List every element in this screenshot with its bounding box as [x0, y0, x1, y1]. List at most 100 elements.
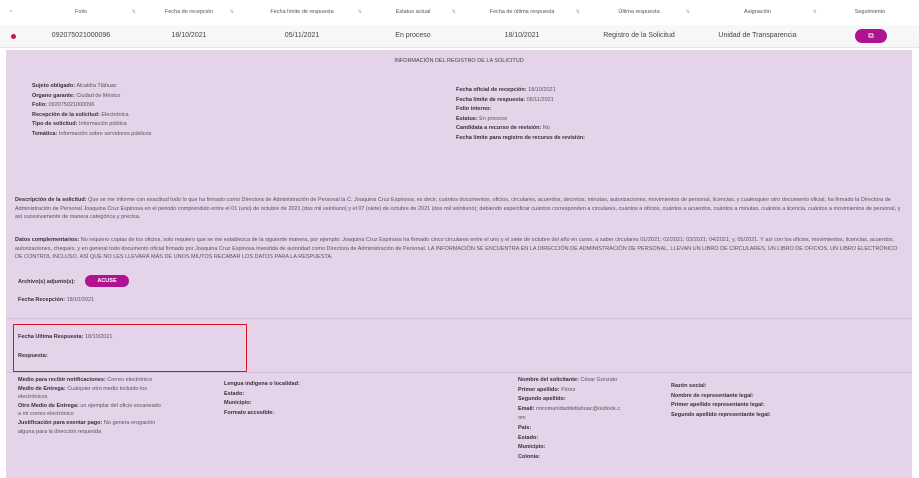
- info-line: Municipio:: [518, 443, 546, 453]
- header-fecha-recepcion[interactable]: Fecha de recepción ⇅: [140, 0, 238, 25]
- info-label: Fecha límite para registro de recurso de…: [456, 135, 585, 141]
- info-label: Primer apellido representante legal:: [671, 402, 765, 409]
- info-label: Segundo apellido:: [518, 396, 566, 403]
- header-folio-label: Folio: [75, 9, 87, 15]
- sort-icon: ⇅: [131, 9, 136, 15]
- header-fecha-ultima[interactable]: Fecha de última respuesta ⇅: [460, 0, 584, 25]
- info-line: Razón social:: [671, 382, 706, 392]
- info-value: César Gonzalo: [578, 377, 618, 383]
- info-line: Municipio:: [224, 399, 252, 409]
- sort-icon: ⇅: [575, 9, 580, 15]
- document-icon: ⧉: [868, 31, 874, 40]
- acuse-button[interactable]: ACUSE: [85, 275, 129, 287]
- info-line: Primer apellido representante legal:: [671, 401, 765, 411]
- header-fecha-ultima-label: Fecha de última respuesta: [489, 9, 555, 15]
- info-label: Estatus:: [456, 115, 478, 122]
- info-label: Fecha oficial de recepción:: [456, 87, 527, 93]
- info-label: Tipo de solicitud:: [32, 121, 78, 128]
- info-line: Fecha límite de respuesta: 05/11/2021: [456, 96, 554, 106]
- cell-asignacion: Unidad de Transparencia: [718, 32, 797, 39]
- info-value: alguna para la dirección requerida: [18, 428, 102, 435]
- info-line: Nombre de representante legal:: [671, 392, 754, 402]
- info-line: Estado:: [518, 434, 538, 444]
- cell-estatus: En proceso: [395, 32, 431, 39]
- info-line: Temática: Información sobre servidores p…: [32, 130, 151, 140]
- info-label: Nombre de representante legal:: [671, 392, 754, 399]
- info-label: Otro Medio de Entrega:: [18, 402, 79, 409]
- seguimiento-button[interactable]: ⧉: [855, 29, 887, 43]
- info-value: En proceso: [477, 115, 508, 122]
- info-label: Municipio:: [518, 444, 546, 451]
- datos-complementarios: Datos complementarios: No requiero copia…: [15, 236, 905, 262]
- header-fecha-limite-label: Fecha límite de respuesta: [270, 9, 334, 15]
- sort-icon: ⇅: [229, 9, 234, 15]
- info-line: Email: micomunidaddetlahuac@outlook.c: [518, 405, 620, 415]
- header-asignacion[interactable]: Asignación ⇅: [694, 0, 821, 25]
- info-value: No: [541, 125, 550, 132]
- info-line: Formato accesible:: [224, 409, 274, 419]
- info-value: Electrónica: [99, 111, 129, 118]
- info-line: Primer apellido: Pérez: [518, 386, 575, 396]
- info-value: micomunidaddetlahuac@outlook.c: [534, 405, 621, 412]
- header-estatus[interactable]: Estatus actual ⇅: [366, 0, 460, 25]
- datos-label: Datos complementarios:: [15, 237, 80, 243]
- info-line: Candidata a recurso de revisión: No: [456, 124, 550, 134]
- sort-icon: ⇅: [685, 9, 690, 15]
- section-divider: [6, 372, 912, 373]
- info-label: Segundo apellido representante legal:: [671, 411, 771, 418]
- descripcion-label: Descripción de la solicitud:: [15, 197, 87, 203]
- info-value: un ejemplar del oficio escaneado: [78, 402, 161, 409]
- header-seguimiento: Seguimiento: [854, 9, 886, 15]
- info-label: Temática:: [32, 131, 58, 137]
- info-line: País:: [518, 424, 531, 434]
- sort-icon: ⇅: [451, 9, 456, 15]
- info-label: Colonia:: [518, 453, 540, 460]
- info-value: Pérez: [559, 386, 576, 393]
- info-line: Segundo apellido:: [518, 395, 566, 405]
- request-details-panel: INFORMACIÓN DEL REGISTRO DE LA SOLICITUD…: [6, 50, 912, 478]
- cell-ultima-respuesta: Registro de la Solicitud: [603, 32, 675, 39]
- descripcion-solicitud: Descripción de la solicitud: Que se me i…: [15, 196, 905, 222]
- header-ultima-respuesta-label: Última respuesta: [618, 9, 660, 15]
- info-label: Sujeto obligado:: [32, 83, 76, 89]
- info-line: Folio interno:: [456, 105, 491, 115]
- info-value: Alcaldía Tláhuac: [75, 83, 117, 89]
- info-value: Información sobre servidores públicos: [57, 131, 152, 137]
- info-label: Justificación para exentar pago:: [18, 420, 103, 426]
- info-label: Folio:: [32, 102, 47, 109]
- cell-folio: 092075021000096: [51, 32, 111, 39]
- info-label: Nombre del solicitante:: [518, 377, 579, 383]
- header-ultima-respuesta[interactable]: Última respuesta ⇅: [584, 0, 694, 25]
- info-value: Información pública: [77, 121, 127, 128]
- datos-text: No requiero copias de los oficios, solo …: [15, 237, 898, 261]
- header-estatus-label: Estatus actual: [395, 9, 431, 15]
- header-fecha-recepcion-label: Fecha de recepción: [164, 9, 214, 15]
- info-label: Email:: [518, 405, 535, 412]
- expand-indicator-icon[interactable]: [11, 34, 16, 39]
- info-line: Folio: 092075021000096: [32, 101, 94, 111]
- info-value: Correo electrónico: [105, 377, 153, 383]
- info-line: Nombre del solicitante: César Gonzalo: [518, 376, 617, 386]
- info-line: Estatus: En proceso: [456, 115, 507, 125]
- info-label: Fecha límite de respuesta:: [456, 96, 526, 103]
- info-line: Sujeto obligado: Alcaldía Tláhuac: [32, 82, 117, 92]
- info-label: Candidata a recurso de revisión:: [456, 125, 542, 132]
- header-fecha-limite[interactable]: Fecha límite de respuesta ⇅: [238, 0, 366, 25]
- table-row[interactable]: 092075021000096 18/10/2021 05/11/2021 En…: [0, 25, 919, 48]
- info-value: 18/10/2021: [526, 87, 556, 93]
- info-line: Colonia:: [518, 453, 540, 463]
- info-line: Recepción de la solicitud: Electrónica: [32, 111, 129, 121]
- info-label: Estado:: [224, 390, 245, 397]
- header-folio[interactable]: Folio ⇅: [22, 0, 140, 25]
- cell-fecha-recepcion: 18/10/2021: [171, 32, 207, 39]
- table-header: ~ Folio ⇅ Fecha de recepción ⇅ Fecha límit…: [0, 0, 919, 26]
- highlight-box: [13, 324, 247, 372]
- info-value: 05/11/2021: [525, 96, 554, 103]
- info-label: Formato accesible:: [224, 409, 275, 416]
- info-value: electrónicos: [18, 394, 48, 401]
- cell-fecha-limite: 05/11/2021: [284, 32, 320, 39]
- info-line: Fecha límite para registro de recurso de…: [456, 134, 585, 144]
- info-line: Organo garante: Ciudad de México: [32, 92, 120, 102]
- info-line: Fecha oficial de recepción: 18/10/2021: [456, 86, 556, 96]
- archivos-adjuntos-label: Archivo(s) adjunto(s):: [18, 278, 75, 288]
